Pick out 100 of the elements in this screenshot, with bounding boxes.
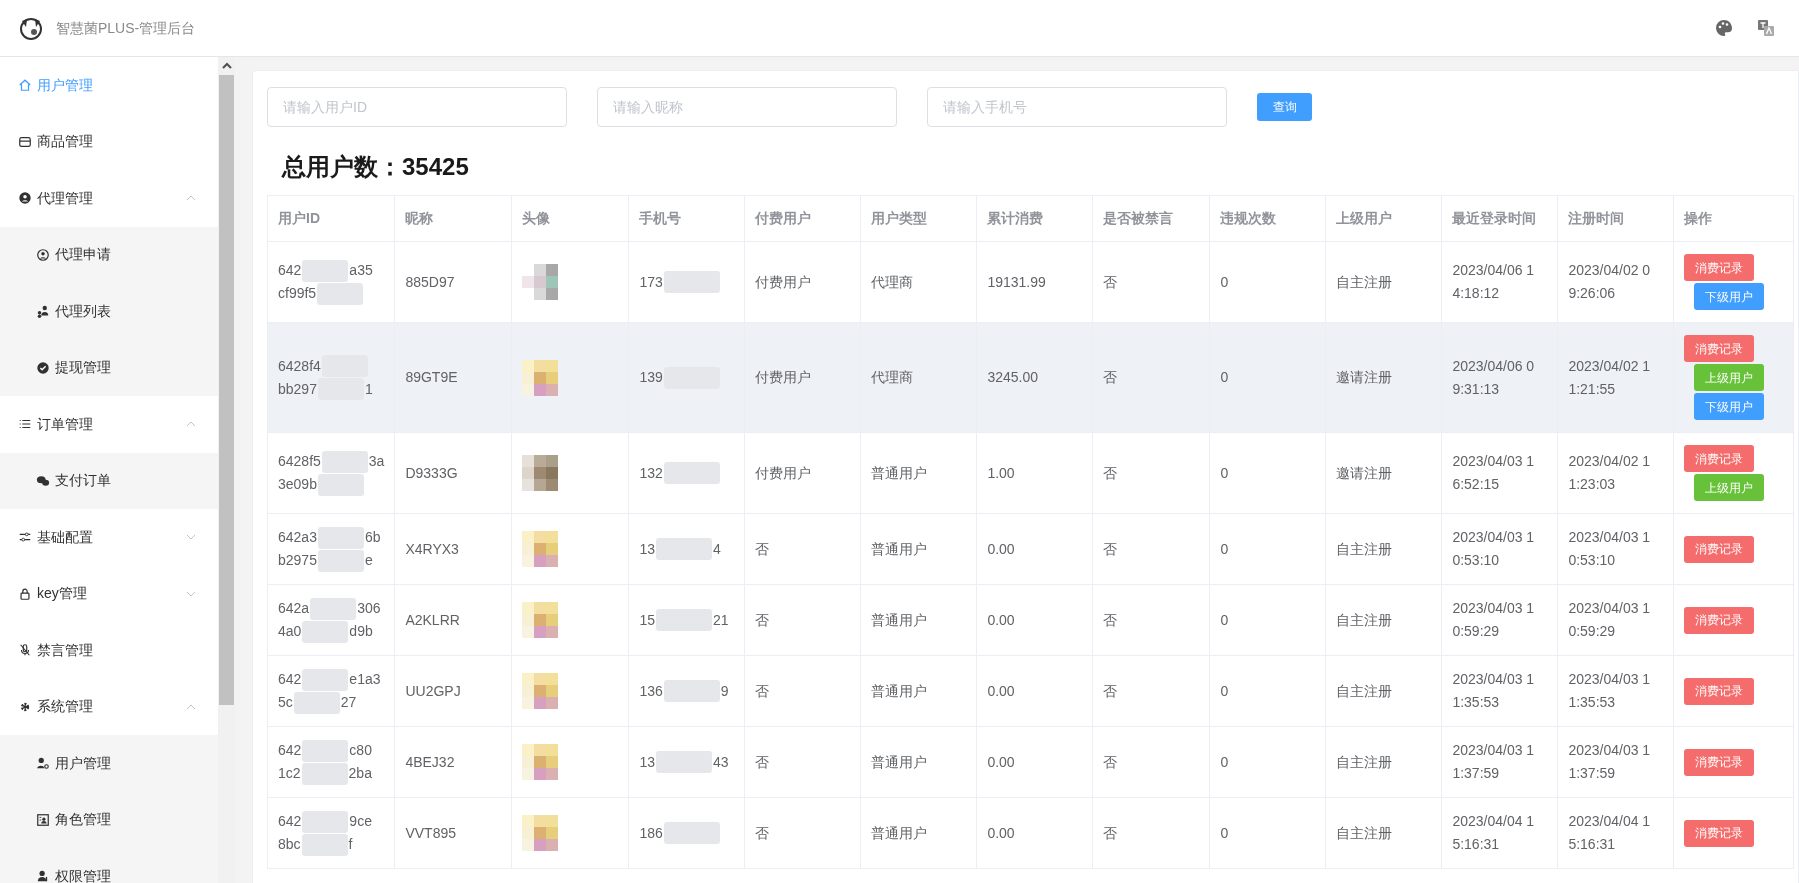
redaction-blur <box>302 810 349 833</box>
table-cell-text: 2023/04/02 11:21:55 <box>1568 356 1652 399</box>
table-cell: 0.00 <box>987 611 1015 628</box>
table-cell: 3245.00 <box>987 369 1038 385</box>
table-cell: 否 <box>1103 824 1118 841</box>
sidebar-item[interactable]: key管理 <box>0 565 218 622</box>
sidebar-item[interactable]: 代理管理 <box>0 170 218 227</box>
table-cell-text: 1 <box>364 379 373 399</box>
table-cell-text: 132 <box>639 463 663 483</box>
table-cell-text: 642a <box>278 599 310 618</box>
table-cell-text: 15 <box>639 610 655 630</box>
column-header: 最近登录时间 <box>1441 195 1558 242</box>
table-cell: 自主注册 <box>1336 682 1393 699</box>
scroll-up-icon[interactable] <box>221 61 232 71</box>
table-cell-text: 2023/04/04 15:16:31 <box>1452 812 1536 854</box>
table-cell-text: 13 <box>639 539 655 559</box>
sidebar-item[interactable]: 角色管理 <box>0 791 218 848</box>
table-cell-text: 186 <box>639 823 663 843</box>
sidebar-item[interactable]: 权限管理 <box>0 848 218 883</box>
column-header: 头像 <box>511 195 629 242</box>
table-cell-text: 13 <box>639 752 655 772</box>
table-cell-text: 139 <box>639 368 663 387</box>
table-cell: 0 <box>1220 369 1229 385</box>
table-cell: 邀请注册 <box>1336 464 1393 481</box>
table-cell: 否 <box>755 682 770 699</box>
table-row[interactable]: 642 e1a3 5c 27 UU2GPJ 136 9 否 普通用户 0.00 否 0 自主注册 2023/04/03 11:35:53 2023/04/03 11:35:53 消费记录 <box>267 655 1794 727</box>
table-cell-text: 2023/04/03 10:59:29 <box>1452 599 1536 641</box>
redaction-blur <box>302 668 349 691</box>
table-cell: 否 <box>1103 682 1118 699</box>
redaction-blur <box>656 751 712 773</box>
table-cell: 0.00 <box>987 824 1015 841</box>
sidebar-item[interactable]: 订单管理 <box>0 396 218 453</box>
table-cell-text: 642 <box>278 261 302 280</box>
table-cell-text: 2023/04/06 09:31:13 <box>1452 356 1536 399</box>
table-cell-text: 2023/04/03 10:59:29 <box>1568 599 1652 641</box>
table-row[interactable]: 642 c80 1c2 2ba 4BEJ32 13 43 否 普通用户 0.00 否 0 自主注册 2023/04/03 11:37:59 2023/04/03 11:37:59 消费记录 <box>267 726 1794 798</box>
sliders-icon <box>18 530 32 545</box>
table-cell-text: 21 <box>713 610 729 630</box>
people-icon <box>36 304 50 319</box>
table-cell: 普通用户 <box>871 753 928 770</box>
sidebar-item[interactable]: 代理申请 <box>0 226 218 283</box>
table-cell: 否 <box>1103 753 1118 770</box>
search-field[interactable]: 请输入手机号 <box>927 87 1227 127</box>
table-cell-text: 2023/04/06 14:18:12 <box>1452 261 1536 303</box>
sidebar-item[interactable]: 禁言管理 <box>0 622 218 679</box>
table-cell: 普通用户 <box>871 464 928 481</box>
user-key-icon <box>36 869 50 883</box>
sidebar-item[interactable]: 基础配置 <box>0 509 218 566</box>
palette-icon[interactable] <box>1715 19 1733 37</box>
sidebar-item[interactable]: 用户管理 <box>0 735 218 792</box>
table-cell: 否 <box>755 611 770 628</box>
table-cell: 0 <box>1220 682 1229 699</box>
sidebar-item[interactable]: 提现管理 <box>0 339 218 396</box>
table-cell-text: 8bc <box>278 835 301 854</box>
table-cell-text: 3e09b <box>278 475 317 494</box>
sidebar-item[interactable]: 系统管理 <box>0 678 218 735</box>
redaction-blur <box>317 526 364 549</box>
table-row[interactable]: 642a 306 4a0 d9b A2KLRR 15 21 否 普通用户 0.00 否 0 自主注册 2023/04/03 10:59:29 2023/04/03 10:59:29 消费记录 <box>267 584 1794 656</box>
column-header: 违规次数 <box>1209 195 1326 242</box>
table-cell: 自主注册 <box>1336 824 1393 841</box>
table-cell-text: 2023/04/03 11:35:53 <box>1568 670 1652 712</box>
table-cell: 付费用户 <box>755 369 812 385</box>
translate-icon[interactable] <box>1757 19 1775 37</box>
home-icon <box>18 78 32 93</box>
scrollbar-thumb[interactable] <box>219 75 234 705</box>
table-cell-text: d9b <box>349 622 373 641</box>
table-cell: 付费用户 <box>755 273 812 290</box>
table-cell-text: 6428f4 <box>278 356 321 376</box>
sidebar-item[interactable]: 代理列表 <box>0 283 218 340</box>
table-cell-text: 2023/04/03 16:52:15 <box>1452 452 1536 494</box>
table-cell: 4BEJ32 <box>405 753 455 770</box>
redaction-blur <box>317 282 364 305</box>
table-cell: 0.00 <box>987 682 1015 699</box>
table-cell: 自主注册 <box>1336 273 1393 290</box>
sidebar-item[interactable]: 支付订单 <box>0 452 218 509</box>
table-cell-text: 2023/04/03 10:53:10 <box>1568 528 1652 570</box>
column-header: 累计消费 <box>976 195 1093 242</box>
search-field[interactable]: 请输入用户ID <box>267 87 567 127</box>
table-cell: X4RYX3 <box>405 540 459 557</box>
table-cell-text: 642 <box>278 670 302 689</box>
search-field[interactable]: 请输入昵称 <box>597 87 897 127</box>
table-row[interactable]: 642a3 6b b2975 e X4RYX3 13 4 否 普通用户 0.00 否 0 自主注册 2023/04/03 10:53:10 2023/04/03 10:53:10 消费记录 <box>267 513 1794 585</box>
table-cell-text: 2023/04/03 11:37:59 <box>1568 741 1652 783</box>
table-cell: 普通用户 <box>871 611 928 628</box>
chat-bubbles-icon <box>36 473 50 488</box>
scrollbar[interactable] <box>218 57 235 883</box>
store-icon <box>18 134 32 149</box>
table-cell: 普通用户 <box>871 540 928 557</box>
redaction-blur <box>301 762 348 785</box>
table-row[interactable]: 642 9ce 8bc f VVT895 186 否 普通用户 0.00 否 0 自主注册 2023/04/04 15:16:31 2023/04/04 15:16:31 消费记录 <box>267 797 1794 869</box>
table-cell-text: 5c <box>278 693 293 712</box>
table-cell: 否 <box>1103 273 1118 290</box>
table-cell: 代理商 <box>871 369 914 385</box>
table-cell-text: 3a <box>368 452 385 471</box>
redaction-blur <box>663 680 720 702</box>
table-cell: 代理商 <box>871 273 914 290</box>
table-cell-text: 2023/04/04 15:16:31 <box>1568 812 1652 854</box>
table-cell-text: 1c2 <box>278 764 301 783</box>
sidebar-item[interactable]: 商品管理 <box>0 113 218 170</box>
column-header: 用户ID <box>267 195 395 242</box>
